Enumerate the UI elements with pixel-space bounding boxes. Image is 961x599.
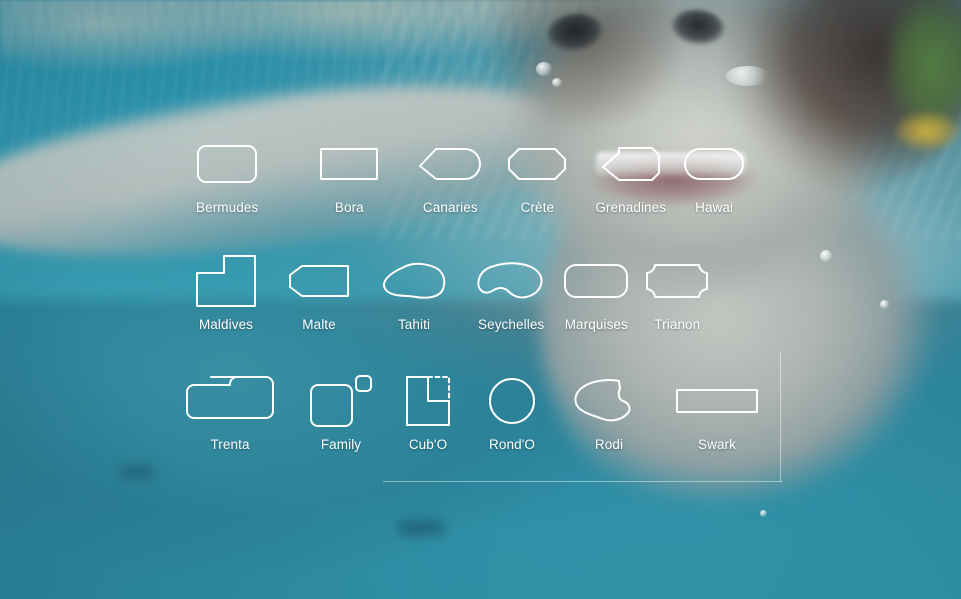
flat-wide-rectangle-shape-icon bbox=[676, 372, 758, 430]
shape-label: Tahiti bbox=[397, 317, 431, 332]
shape-option-seychelles[interactable]: Seychelles bbox=[477, 252, 545, 332]
shape-option-bermudes[interactable]: Bermudes bbox=[196, 135, 258, 215]
shape-label: Marquises bbox=[564, 317, 628, 332]
angled-left-rectangle-shape-icon bbox=[289, 252, 349, 310]
shape-option-rondo[interactable]: Rond'O bbox=[489, 372, 535, 452]
shape-label: Maldives bbox=[198, 317, 254, 332]
shape-option-hawai[interactable]: Hawai bbox=[684, 135, 745, 215]
shape-label: Swark bbox=[697, 437, 736, 452]
shape-option-rodi[interactable]: Rodi bbox=[573, 372, 645, 452]
shape-label: Family bbox=[320, 437, 362, 452]
concave-corner-rectangle-shape-icon bbox=[646, 252, 709, 310]
shape-label: Crète bbox=[520, 200, 555, 215]
z-step-rounded-shape-icon bbox=[186, 372, 274, 430]
shape-label: Cub'O bbox=[408, 437, 448, 452]
shape-option-family[interactable]: Family bbox=[310, 372, 372, 452]
pointed-left-rounded-right-shape-icon bbox=[419, 135, 482, 193]
shape-label: Seychelles bbox=[478, 317, 545, 332]
shape-label: Grenadines bbox=[595, 200, 667, 215]
shape-option-maldives[interactable]: Maldives bbox=[196, 252, 256, 332]
shape-label: Malte bbox=[302, 317, 336, 332]
freeform-blob-shape-icon bbox=[573, 372, 645, 430]
shape-option-crete[interactable]: Crète bbox=[508, 135, 567, 215]
rectangle-shape-icon bbox=[320, 135, 379, 193]
shape-option-grenadines[interactable]: Grenadines bbox=[595, 135, 666, 215]
notched-left-polygon-shape-icon bbox=[601, 135, 660, 193]
shape-row-1: Bermudes Bora Canaries Crète Grenadines … bbox=[196, 135, 745, 215]
shape-option-cubo[interactable]: Cub'O bbox=[406, 372, 450, 452]
shape-option-trenta[interactable]: Trenta bbox=[186, 372, 274, 452]
rounded-rectangle-shape-icon bbox=[197, 135, 258, 193]
vertical-divider bbox=[780, 352, 781, 482]
shape-label: Canaries bbox=[422, 200, 478, 215]
shape-option-tahiti[interactable]: Tahiti bbox=[382, 252, 446, 332]
shape-option-trianon[interactable]: Trianon bbox=[646, 252, 709, 332]
square-plus-small-square-shape-icon bbox=[310, 372, 372, 430]
stadium-shape-icon bbox=[684, 135, 745, 193]
l-shape-dashed-corner-icon bbox=[406, 372, 450, 430]
horizontal-divider bbox=[383, 481, 782, 482]
shape-label: Rond'O bbox=[489, 437, 535, 452]
shape-picker: Bermudes Bora Canaries Crète Grenadines … bbox=[0, 0, 961, 599]
rounded-rectangle-wide-shape-icon bbox=[564, 252, 629, 310]
shape-row-3: Trenta Family Cub'O Rond'O Rodi Swark bbox=[186, 372, 758, 452]
shape-label: Bermudes bbox=[196, 200, 259, 215]
l-step-shape-icon bbox=[196, 252, 256, 310]
blob-shape-icon bbox=[382, 252, 446, 310]
shape-option-canaries[interactable]: Canaries bbox=[419, 135, 482, 215]
shape-picker-screen: Bermudes Bora Canaries Crète Grenadines … bbox=[0, 0, 961, 599]
shape-label: Hawai bbox=[695, 200, 734, 215]
shape-row-2: Maldives Malte Tahiti Seychelles Marquis… bbox=[196, 252, 709, 332]
shape-label: Rodi bbox=[594, 437, 624, 452]
shape-label: Trenta bbox=[210, 437, 250, 452]
shape-label: Bora bbox=[334, 200, 364, 215]
octagon-shape-icon bbox=[508, 135, 567, 193]
shape-label: Trianon bbox=[654, 317, 701, 332]
shape-option-malte[interactable]: Malte bbox=[289, 252, 349, 332]
shape-option-swark[interactable]: Swark bbox=[676, 372, 758, 452]
shape-option-bora[interactable]: Bora bbox=[320, 135, 379, 215]
shape-option-marquises[interactable]: Marquises bbox=[564, 252, 629, 332]
circle-shape-icon bbox=[489, 372, 535, 430]
kidney-bean-shape-icon bbox=[477, 252, 544, 310]
